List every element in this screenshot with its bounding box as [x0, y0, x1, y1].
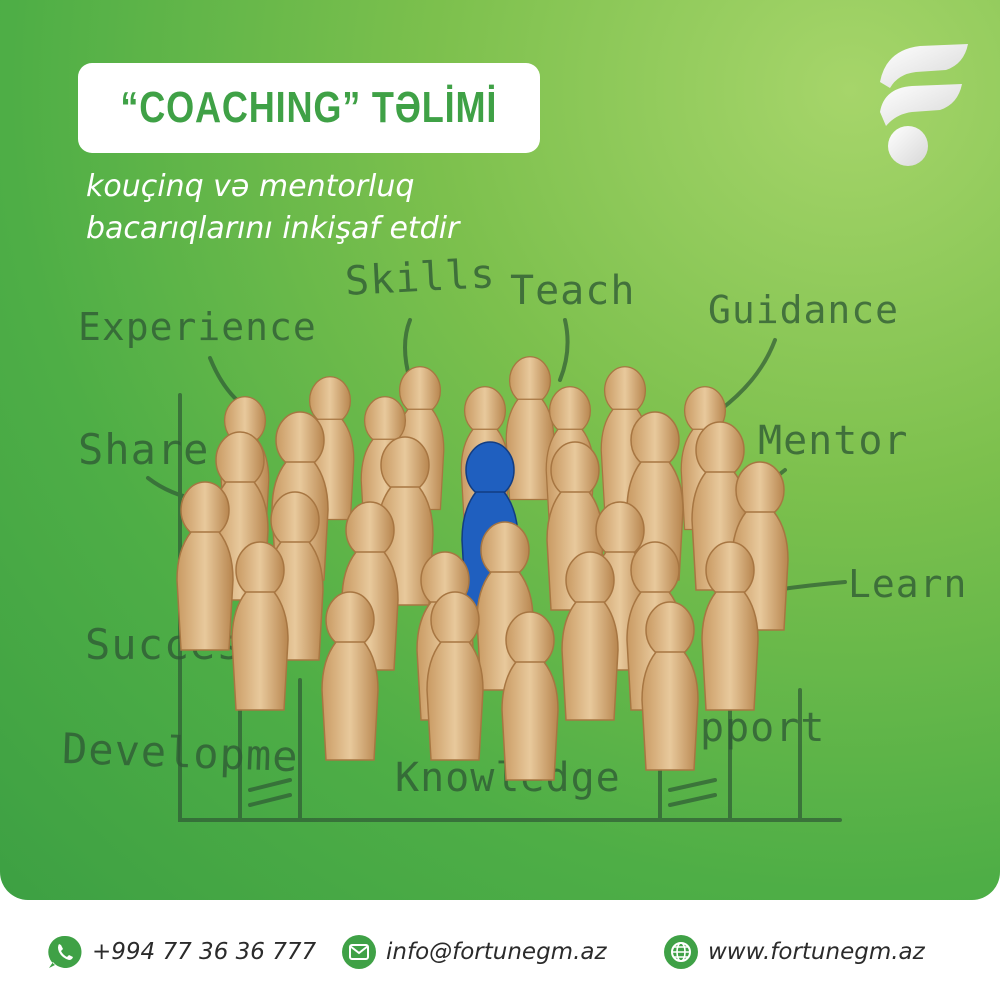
subtitle-line-1: kouçinq və mentorluq	[86, 169, 415, 204]
fortune-logo	[880, 44, 968, 166]
page-title: “COACHING” TƏLİMİ	[120, 83, 498, 132]
subtitle-line-2: bacarıqlarını inkişaf etdir	[86, 211, 460, 246]
contact-email[interactable]: info@fortunegm.az	[340, 930, 607, 974]
contact-website[interactable]: www.fortunegm.az	[662, 930, 925, 974]
email-address: info@fortunegm.az	[386, 939, 607, 965]
whatsapp-icon	[48, 935, 82, 968]
hero-background: Skills Teach Experience Guidance Share M…	[0, 0, 1000, 900]
website-url: www.fortunegm.az	[708, 939, 925, 965]
subtitle: kouçinq və mentorluq bacarıqlarını inkiş…	[86, 166, 606, 250]
mail-icon	[342, 935, 376, 969]
poster: Skills Teach Experience Guidance Share M…	[0, 0, 1000, 1000]
phone-number: +994 77 36 36 777	[92, 939, 317, 965]
contact-phone[interactable]: +994 77 36 36 777	[46, 930, 316, 974]
title-banner: “COACHING” TƏLİMİ	[78, 63, 540, 153]
globe-icon	[664, 935, 698, 969]
